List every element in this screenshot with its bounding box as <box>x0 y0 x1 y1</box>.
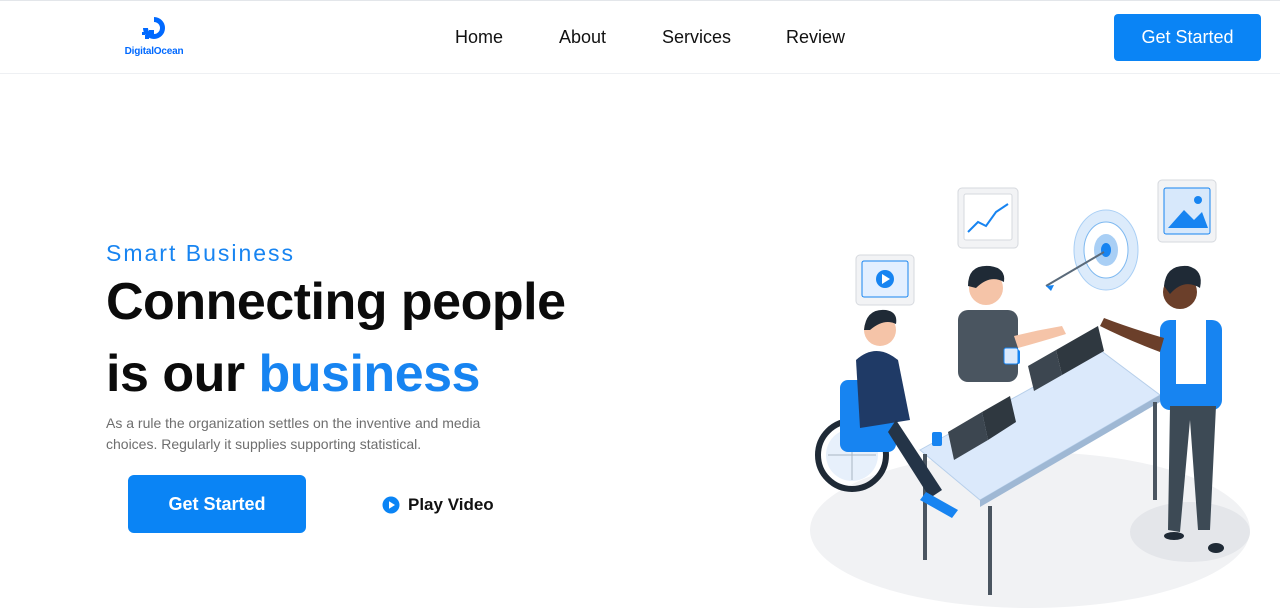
hero-headline-prefix: is our <box>106 345 259 403</box>
nav-review[interactable]: Review <box>786 26 845 48</box>
nav-services[interactable]: Services <box>662 26 731 48</box>
play-video-button[interactable]: Play Video <box>382 494 494 516</box>
logo[interactable]: DigitalOcean <box>121 9 187 65</box>
hero-headline-line1: Connecting people <box>106 273 566 331</box>
site-header: DigitalOcean Home About Services Review … <box>0 1 1280 74</box>
header-get-started-button[interactable]: Get Started <box>1114 14 1261 61</box>
nav-home[interactable]: Home <box>455 26 503 48</box>
team-meeting-illustration <box>810 179 1250 608</box>
digitalocean-logo-icon <box>142 17 165 39</box>
hero-get-started-button[interactable]: Get Started <box>128 475 306 533</box>
play-video-label: Play Video <box>408 495 494 514</box>
hero-headline-line2: is our business <box>106 344 480 404</box>
hero-description: As a rule the organization settles on th… <box>106 415 481 452</box>
play-circle-icon <box>382 496 400 514</box>
logo-text: DigitalOcean <box>124 46 184 57</box>
hero-eyebrow: Smart Business <box>106 240 296 266</box>
nav-about[interactable]: About <box>559 26 606 48</box>
hero-headline-accent: business <box>258 345 481 403</box>
